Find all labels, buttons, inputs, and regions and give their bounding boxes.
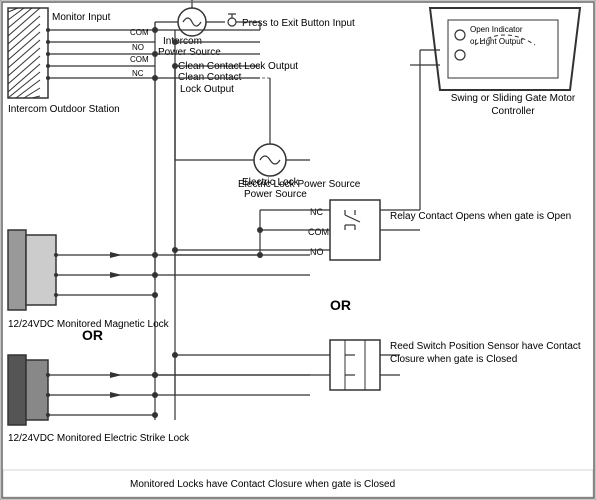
svg-text:Press to Exit Button Input: Press to Exit Button Input [242,18,355,29]
svg-text:NO: NO [132,43,144,52]
electric-lock-power-label: Electric Lock Power Source [238,178,360,191]
svg-text:Monitor Input: Monitor Input [52,12,111,23]
svg-text:NC: NC [310,207,323,217]
svg-text:NO: NO [310,247,324,257]
svg-text:Monitored Locks have Contact C: Monitored Locks have Contact Closure whe… [130,479,395,490]
svg-text:COM: COM [308,227,329,237]
magnetic-lock-label: 12/24VDC Monitored Magnetic Lock [8,318,169,331]
svg-text:COM: COM [130,28,149,37]
svg-text:COM: COM [130,55,149,64]
clean-contact-label: Clean Contact Lock Output [178,60,298,73]
svg-text:OR: OR [330,297,351,313]
svg-text:Lock Output: Lock Output [180,84,234,95]
electric-strike-label: 12/24VDC Monitored Electric Strike Lock [8,432,189,445]
intercom-outdoor-label: Intercom Outdoor Station [8,103,120,116]
svg-text:Open Indicator: Open Indicator [470,25,523,34]
svg-text:Power Source: Power Source [158,47,221,58]
reed-switch-label: Reed Switch Position Sensor have Contact… [390,340,596,366]
wiring-diagram: Monitor Input COM NO COM NC Intercom Pow… [0,0,596,500]
svg-text:or Light Output: or Light Output [470,37,524,46]
swing-gate-label: Swing or Sliding Gate Motor Controller [430,92,596,118]
relay-contact-label: Relay Contact Opens when gate is Open [390,210,571,223]
svg-text:NC: NC [132,69,144,78]
